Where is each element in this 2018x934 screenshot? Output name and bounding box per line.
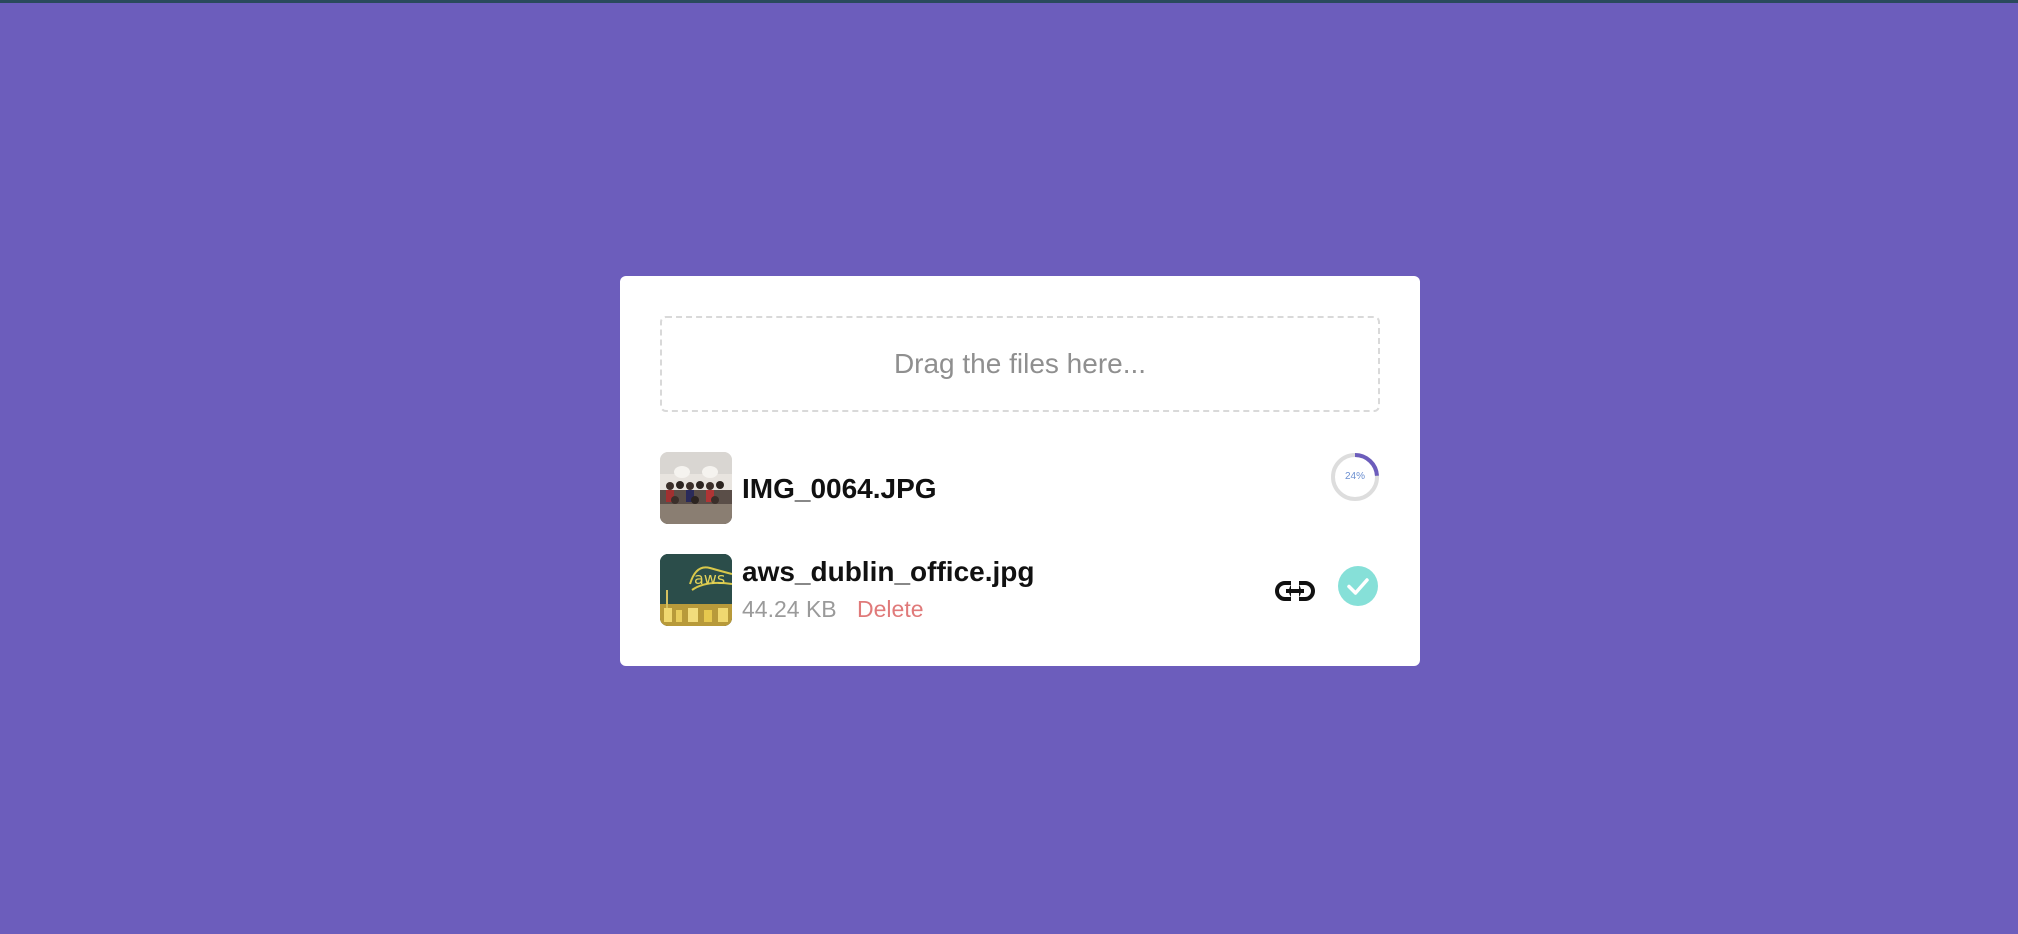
- dropzone-text: Drag the files here...: [893, 348, 1147, 379]
- file-meta: 44.24 KB Delete: [742, 596, 924, 623]
- check-icon: [1338, 566, 1378, 606]
- file-name: IMG_0064.JPG: [742, 473, 937, 504]
- link-icon[interactable]: [1274, 570, 1316, 612]
- progress-label: 24%: [1344, 471, 1365, 482]
- file-item: IMG_0064.JPG 24%: [660, 452, 1380, 524]
- progress-ring: 24%: [1330, 452, 1380, 502]
- svg-text:aws: aws: [694, 569, 725, 588]
- file-item: aws aws_dublin_office.jpg 44.24 KB Delet…: [660, 554, 1380, 626]
- thumbnail-image: [660, 452, 732, 524]
- upload-card: Drag the files here... IMG_0064.JPG 24% …: [620, 276, 1420, 666]
- file-dropzone[interactable]: Drag the files here...: [660, 316, 1380, 412]
- thumbnail-image: aws: [660, 554, 732, 626]
- top-strip: [0, 0, 2018, 3]
- delete-button[interactable]: Delete: [857, 596, 923, 622]
- file-size: 44.24 KB: [742, 596, 837, 622]
- file-name: aws_dublin_office.jpg: [742, 556, 1035, 587]
